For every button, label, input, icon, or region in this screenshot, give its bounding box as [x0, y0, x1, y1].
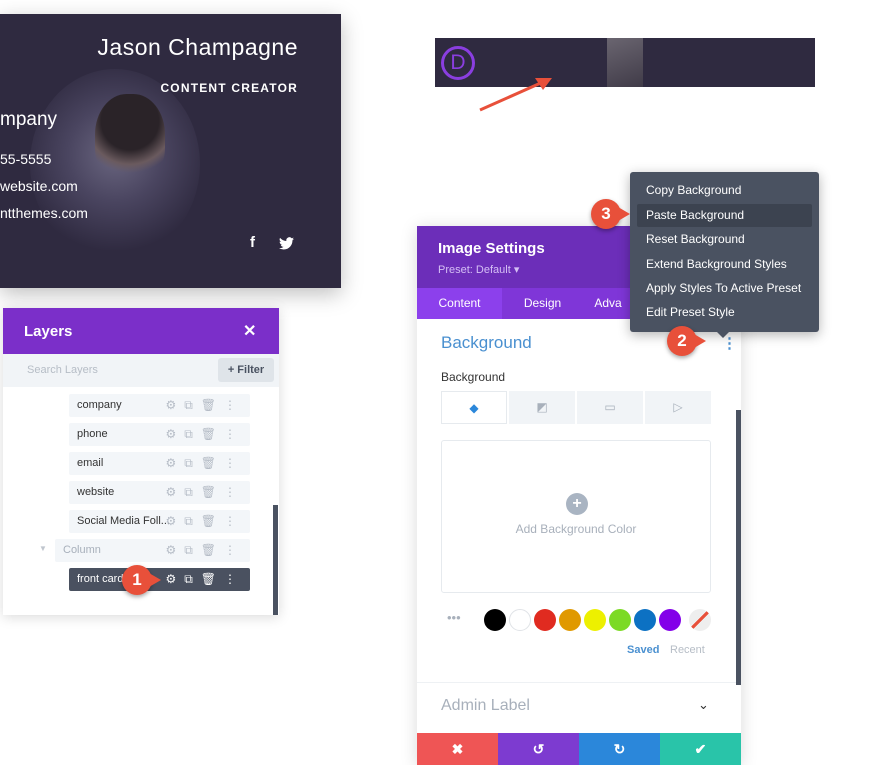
- menu-apply-styles-preset[interactable]: Apply Styles To Active Preset: [637, 277, 812, 300]
- layers-scrollbar[interactable]: [273, 505, 278, 615]
- collapse-caret-icon[interactable]: ▼: [39, 544, 47, 553]
- menu-copy-background[interactable]: Copy Background: [637, 179, 812, 202]
- layers-title: Layers: [24, 323, 73, 340]
- layer-item-social-media[interactable]: Social Media Foll... ⚙⧉🗑⋮: [69, 510, 250, 533]
- card-phone: 55-5555: [0, 151, 52, 167]
- profile-photo-head: [95, 94, 165, 184]
- swatch-white[interactable]: [509, 609, 531, 631]
- layer-actions-icons[interactable]: ⚙⧉🗑⋮: [165, 510, 244, 533]
- filter-button[interactable]: + Filter: [218, 358, 274, 382]
- tab-gradient-icon[interactable]: ◩: [509, 391, 575, 424]
- menu-extend-background-styles[interactable]: Extend Background Styles: [637, 253, 812, 276]
- menu-reset-background[interactable]: Reset Background: [637, 228, 812, 251]
- step-badge-2: 2: [667, 326, 706, 356]
- twitter-icon[interactable]: [279, 237, 294, 250]
- menu-pointer: [717, 332, 729, 338]
- layer-actions-icons[interactable]: ⚙⧉🗑⋮: [165, 423, 244, 446]
- cancel-button[interactable]: ✖: [417, 733, 498, 765]
- add-color-label: Add Background Color: [515, 522, 637, 536]
- undo-button[interactable]: ↺: [498, 733, 579, 765]
- layer-item-company[interactable]: company ⚙⧉🗑⋮: [69, 394, 250, 417]
- step-badge-1: 1: [122, 565, 161, 595]
- preset-selector[interactable]: Preset: Default ▾: [438, 263, 519, 276]
- menu-edit-preset-style[interactable]: Edit Preset Style: [637, 301, 812, 324]
- swatch-none-icon[interactable]: [689, 609, 711, 631]
- swatch-green[interactable]: [609, 609, 631, 631]
- layer-label: email: [77, 457, 104, 469]
- layer-label: front card: [77, 573, 124, 585]
- menu-paste-background[interactable]: Paste Background: [637, 204, 812, 227]
- swatch-orange[interactable]: [559, 609, 581, 631]
- swatch-black[interactable]: [484, 609, 506, 631]
- tab-color-icon[interactable]: ◆: [441, 391, 507, 424]
- layer-label: Column: [63, 544, 101, 556]
- layer-label: company: [77, 399, 122, 411]
- tab-advanced[interactable]: Adva: [583, 288, 633, 319]
- card-email: ntthemes.com: [0, 205, 88, 221]
- close-icon[interactable]: ✕: [243, 321, 256, 341]
- layer-item-column[interactable]: Column ⚙⧉🗑⋮: [55, 539, 250, 562]
- step-badge-3: 3: [591, 199, 630, 229]
- section-title-background[interactable]: Background: [441, 333, 532, 353]
- tab-design[interactable]: Design: [502, 288, 583, 319]
- card-name: Jason Champagne: [97, 34, 298, 60]
- background-field-label: Background: [441, 370, 506, 384]
- divi-logo: D: [441, 46, 475, 80]
- tab-video-icon[interactable]: ▷: [645, 391, 711, 424]
- plus-icon[interactable]: +: [566, 493, 588, 515]
- tab-content[interactable]: Content: [417, 288, 502, 319]
- layer-actions-icons[interactable]: ⚙⧉🗑⋮: [165, 452, 244, 475]
- card-company: mpany: [0, 109, 58, 130]
- layer-item-website[interactable]: website ⚙⧉🗑⋮: [69, 481, 250, 504]
- tab-image-icon[interactable]: ▭: [577, 391, 643, 424]
- swatch-red[interactable]: [534, 609, 556, 631]
- layers-header: Layers ✕: [3, 308, 279, 354]
- arrow-annotation-icon: [479, 78, 552, 112]
- admin-label-toggle[interactable]: Admin Label: [441, 697, 530, 715]
- redo-button[interactable]: ↻: [579, 733, 660, 765]
- background-context-menu: Copy Background Paste Background Reset B…: [630, 172, 819, 338]
- layer-item-email[interactable]: email ⚙⧉🗑⋮: [69, 452, 250, 475]
- recent-colors-tab[interactable]: Recent: [670, 644, 705, 656]
- layer-label: phone: [77, 428, 108, 440]
- chevron-down-icon[interactable]: ⌄: [698, 697, 709, 713]
- facebook-icon[interactable]: f: [250, 234, 255, 251]
- image-thumbnail: [607, 38, 643, 87]
- card-role: CONTENT CREATOR: [160, 81, 298, 95]
- layer-actions-icons[interactable]: ⚙⧉🗑⋮: [165, 539, 244, 562]
- more-colors-icon[interactable]: •••: [447, 610, 461, 625]
- swatch-yellow[interactable]: [584, 609, 606, 631]
- save-button[interactable]: ✔: [660, 733, 741, 765]
- swatch-blue[interactable]: [634, 609, 656, 631]
- add-background-color-area[interactable]: + Add Background Color: [441, 440, 711, 593]
- saved-colors-tab[interactable]: Saved: [627, 644, 659, 656]
- business-card-preview: Jason Champagne CONTENT CREATOR mpany 55…: [0, 14, 341, 288]
- divider: [417, 682, 741, 683]
- search-placeholder: Search Layers: [27, 364, 98, 376]
- layer-item-phone[interactable]: phone ⚙⧉🗑⋮: [69, 423, 250, 446]
- layer-label: website: [77, 486, 115, 498]
- layer-actions-icons[interactable]: ⚙⧉🗑⋮: [165, 394, 244, 417]
- card-website: website.com: [0, 178, 78, 194]
- swatch-purple[interactable]: [659, 609, 681, 631]
- layer-actions-icons[interactable]: ⚙⧉🗑⋮: [165, 568, 244, 591]
- layer-actions-icons[interactable]: ⚙⧉🗑⋮: [165, 481, 244, 504]
- layer-label: Social Media Foll...: [77, 515, 170, 527]
- settings-title: Image Settings: [438, 240, 545, 257]
- settings-scrollbar[interactable]: [736, 410, 741, 685]
